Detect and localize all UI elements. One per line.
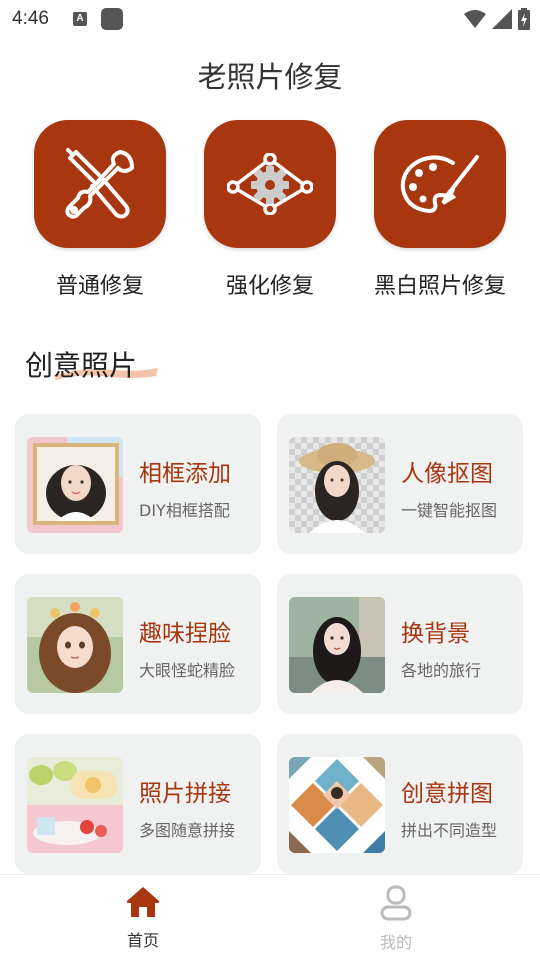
notification-square-icon [101, 8, 123, 30]
profile-icon [380, 885, 412, 921]
bw-photo-repair-button[interactable]: 黑白照片修复 [355, 120, 525, 300]
frame-add-card[interactable]: 相框添加 DIY相框搭配 [15, 414, 261, 554]
repair-icon-tile [34, 120, 166, 248]
card-title: 相框添加 [139, 461, 231, 487]
girl-street-image [289, 597, 385, 693]
card-thumbnail [289, 437, 385, 533]
card-title: 照片拼接 [139, 781, 231, 807]
app-screen: 4:46 A 老照片修复 普通修复 强化修复 黑白照片修复 创意照片 相框添加 … [0, 0, 540, 960]
page-title: 老照片修复 [197, 60, 343, 94]
card-subtitle: 拼出不同造型 [401, 821, 498, 840]
repair-options: 普通修复 强化修复 黑白照片修复 [0, 120, 540, 310]
nav-label: 首页 [126, 931, 159, 950]
card-title: 换背景 [401, 621, 470, 647]
enhance-gear-icon [227, 153, 313, 215]
nav-profile[interactable]: 我的 [346, 885, 446, 953]
diamond-collage-image [289, 757, 385, 853]
status-time: 4:46 [12, 8, 49, 29]
repair-icon-tile [374, 120, 506, 248]
change-background-card[interactable]: 换背景 各地的旅行 [277, 574, 523, 714]
battery-icon [518, 8, 530, 30]
card-subtitle: DIY相框搭配 [139, 501, 230, 520]
repair-label: 普通修复 [55, 274, 144, 299]
home-icon [126, 887, 160, 917]
card-thumbnail [27, 757, 123, 853]
card-thumbnail [27, 437, 123, 533]
enhanced-repair-button[interactable]: 强化修复 [185, 120, 355, 300]
card-subtitle: 多图随意拼接 [139, 821, 236, 840]
signal-icon [492, 9, 512, 29]
card-title: 人像抠图 [401, 461, 493, 487]
palette-icon [400, 155, 479, 214]
framed-portrait-image [27, 437, 123, 533]
status-bar: 4:46 A [0, 0, 540, 38]
creative-puzzle-card[interactable]: 创意拼图 拼出不同造型 [277, 734, 523, 874]
anime-girl-image [27, 597, 123, 693]
repair-label: 强化修复 [225, 274, 314, 299]
tools-icon [65, 148, 134, 219]
section-title: 创意照片 [25, 349, 138, 382]
card-thumbnail [289, 757, 385, 853]
nav-label: 我的 [379, 933, 412, 952]
normal-repair-button[interactable]: 普通修复 [15, 120, 185, 300]
notification-a-icon: A [73, 12, 87, 26]
nav-home[interactable]: 首页 [93, 885, 193, 951]
bottom-nav: 首页 我的 [0, 874, 540, 960]
photo-stitch-card[interactable]: 照片拼接 多图随意拼接 [15, 734, 261, 874]
status-icons [464, 8, 530, 30]
girl-straw-hat-image [289, 437, 385, 533]
card-title: 趣味捏脸 [139, 621, 231, 647]
repair-icon-tile [204, 120, 336, 248]
card-subtitle: 一键智能抠图 [401, 501, 498, 520]
fun-face-card[interactable]: 趣味捏脸 大眼怪蛇精脸 [15, 574, 261, 714]
card-subtitle: 各地的旅行 [401, 661, 482, 680]
card-subtitle: 大眼怪蛇精脸 [139, 661, 236, 680]
card-thumbnail [27, 597, 123, 693]
card-title: 创意拼图 [401, 781, 493, 807]
repair-label: 黑白照片修复 [373, 274, 506, 299]
portrait-cutout-card[interactable]: 人像抠图 一键智能抠图 [277, 414, 523, 554]
card-thumbnail [289, 597, 385, 693]
wifi-icon [464, 10, 486, 28]
dessert-collage-image [27, 757, 123, 853]
